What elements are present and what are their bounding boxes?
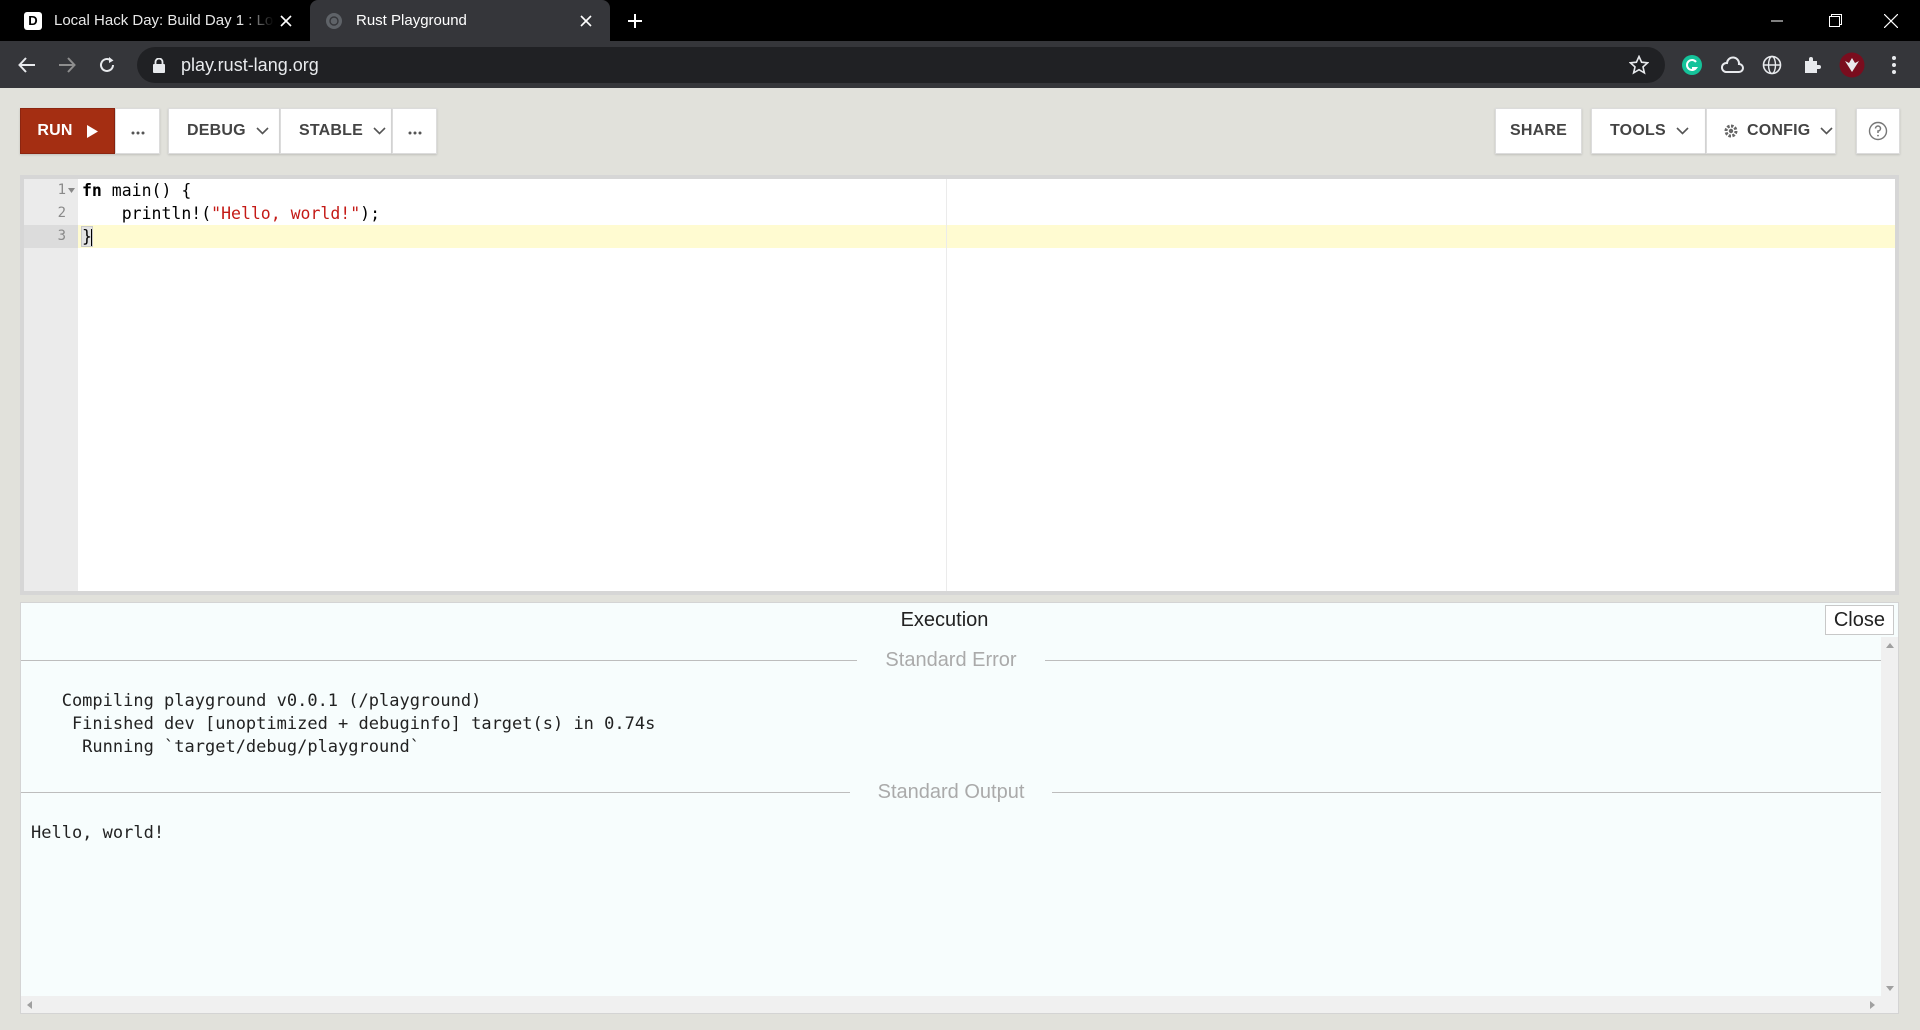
- minimize-icon[interactable]: [1748, 0, 1806, 41]
- stderr-section-header: Standard Error: [21, 648, 1882, 672]
- url-text: play.rust-lang.org: [181, 54, 319, 75]
- ellipsis-icon: [131, 122, 145, 140]
- print-margin: [946, 179, 947, 591]
- stderr-line: Finished dev [unoptimized + debuginfo] t…: [31, 714, 656, 734]
- output-title: Execution: [900, 608, 989, 631]
- code-line: println!("Hello, world!");: [82, 204, 381, 223]
- active-line-highlight: [24, 225, 1895, 248]
- new-tab-plus-icon[interactable]: [622, 8, 648, 34]
- reload-icon[interactable]: [93, 51, 121, 79]
- run-more-button[interactable]: [115, 108, 160, 154]
- horizontal-scrollbar[interactable]: [21, 996, 1898, 1013]
- globe-icon: [324, 11, 344, 31]
- chevron-down-icon: [1820, 127, 1833, 135]
- scroll-right-arrow-icon[interactable]: [1864, 996, 1881, 1013]
- globe-extension-icon[interactable]: [1758, 51, 1786, 79]
- dev-favicon-icon: D: [24, 11, 42, 30]
- code-editor[interactable]: 1 2 3 fn main() { println!("Hello, world…: [20, 175, 1899, 595]
- stdout-line: Hello, world!: [31, 823, 165, 843]
- grammarly-extension-icon[interactable]: [1678, 51, 1706, 79]
- channel-dropdown[interactable]: STABLE: [280, 108, 392, 154]
- question-mark-icon: [1868, 121, 1888, 141]
- close-output-button[interactable]: Close: [1824, 605, 1894, 635]
- cloud-extension-icon[interactable]: [1718, 51, 1746, 79]
- output-header: Execution: [21, 603, 1898, 637]
- help-button[interactable]: [1856, 108, 1900, 154]
- line-number: 3: [57, 228, 66, 244]
- gear-icon: [1723, 123, 1739, 139]
- extensions-puzzle-icon[interactable]: [1798, 51, 1826, 79]
- chevron-down-icon: [256, 127, 269, 135]
- output-panel: Execution Close Standard Error Compiling…: [20, 602, 1899, 1014]
- play-icon: [86, 124, 98, 138]
- run-button[interactable]: RUN: [20, 108, 115, 154]
- code-line: }: [81, 226, 93, 247]
- window-close-icon[interactable]: [1862, 0, 1920, 41]
- address-bar[interactable]: play.rust-lang.org: [137, 47, 1665, 83]
- forward-arrow-icon[interactable]: [53, 51, 81, 79]
- chevron-down-icon: [373, 127, 386, 135]
- browser-toolbar: play.rust-lang.org: [0, 41, 1920, 88]
- line-number: 1: [57, 182, 66, 198]
- fold-arrow-icon[interactable]: [68, 179, 78, 202]
- chevron-down-icon: [1676, 127, 1689, 135]
- browser-tab-rust-playground[interactable]: Rust Playground: [310, 0, 610, 41]
- config-dropdown[interactable]: CONFIG: [1706, 108, 1836, 154]
- browser-tab-local-hack-day[interactable]: D Local Hack Day: Build Day 1 : Loc: [10, 0, 310, 41]
- code-line: fn main() {: [82, 181, 192, 200]
- back-arrow-icon[interactable]: [13, 51, 41, 79]
- tab-title: Local Hack Day: Build Day 1 : Loc: [54, 12, 274, 29]
- scroll-left-arrow-icon[interactable]: [21, 996, 38, 1013]
- advanced-options-button[interactable]: [392, 108, 437, 154]
- stderr-line: Running `target/debug/playground`: [31, 737, 420, 757]
- build-mode-dropdown[interactable]: DEBUG: [168, 108, 280, 154]
- tools-dropdown[interactable]: TOOLS: [1591, 108, 1706, 154]
- profile-avatar-icon[interactable]: [1838, 51, 1866, 79]
- tab-title: Rust Playground: [356, 12, 467, 29]
- line-number: 2: [57, 205, 66, 221]
- vertical-scrollbar[interactable]: [1881, 637, 1898, 997]
- restore-icon[interactable]: [1806, 0, 1864, 41]
- share-button[interactable]: SHARE: [1495, 108, 1582, 154]
- close-icon[interactable]: [274, 9, 298, 33]
- browser-tab-strip: D Local Hack Day: Build Day 1 : Loc Rust…: [0, 0, 1920, 41]
- close-icon[interactable]: [574, 9, 598, 33]
- stderr-line: Compiling playground v0.0.1 (/playground…: [31, 691, 482, 711]
- scroll-down-arrow-icon[interactable]: [1881, 980, 1898, 997]
- stdout-section-header: Standard Output: [21, 780, 1881, 804]
- lock-icon: [151, 57, 167, 73]
- bookmark-star-icon[interactable]: [1627, 53, 1651, 77]
- ellipsis-icon: [408, 122, 422, 140]
- scroll-up-arrow-icon[interactable]: [1881, 637, 1898, 654]
- text-cursor: [90, 228, 93, 247]
- kebab-menu-icon[interactable]: [1880, 51, 1908, 79]
